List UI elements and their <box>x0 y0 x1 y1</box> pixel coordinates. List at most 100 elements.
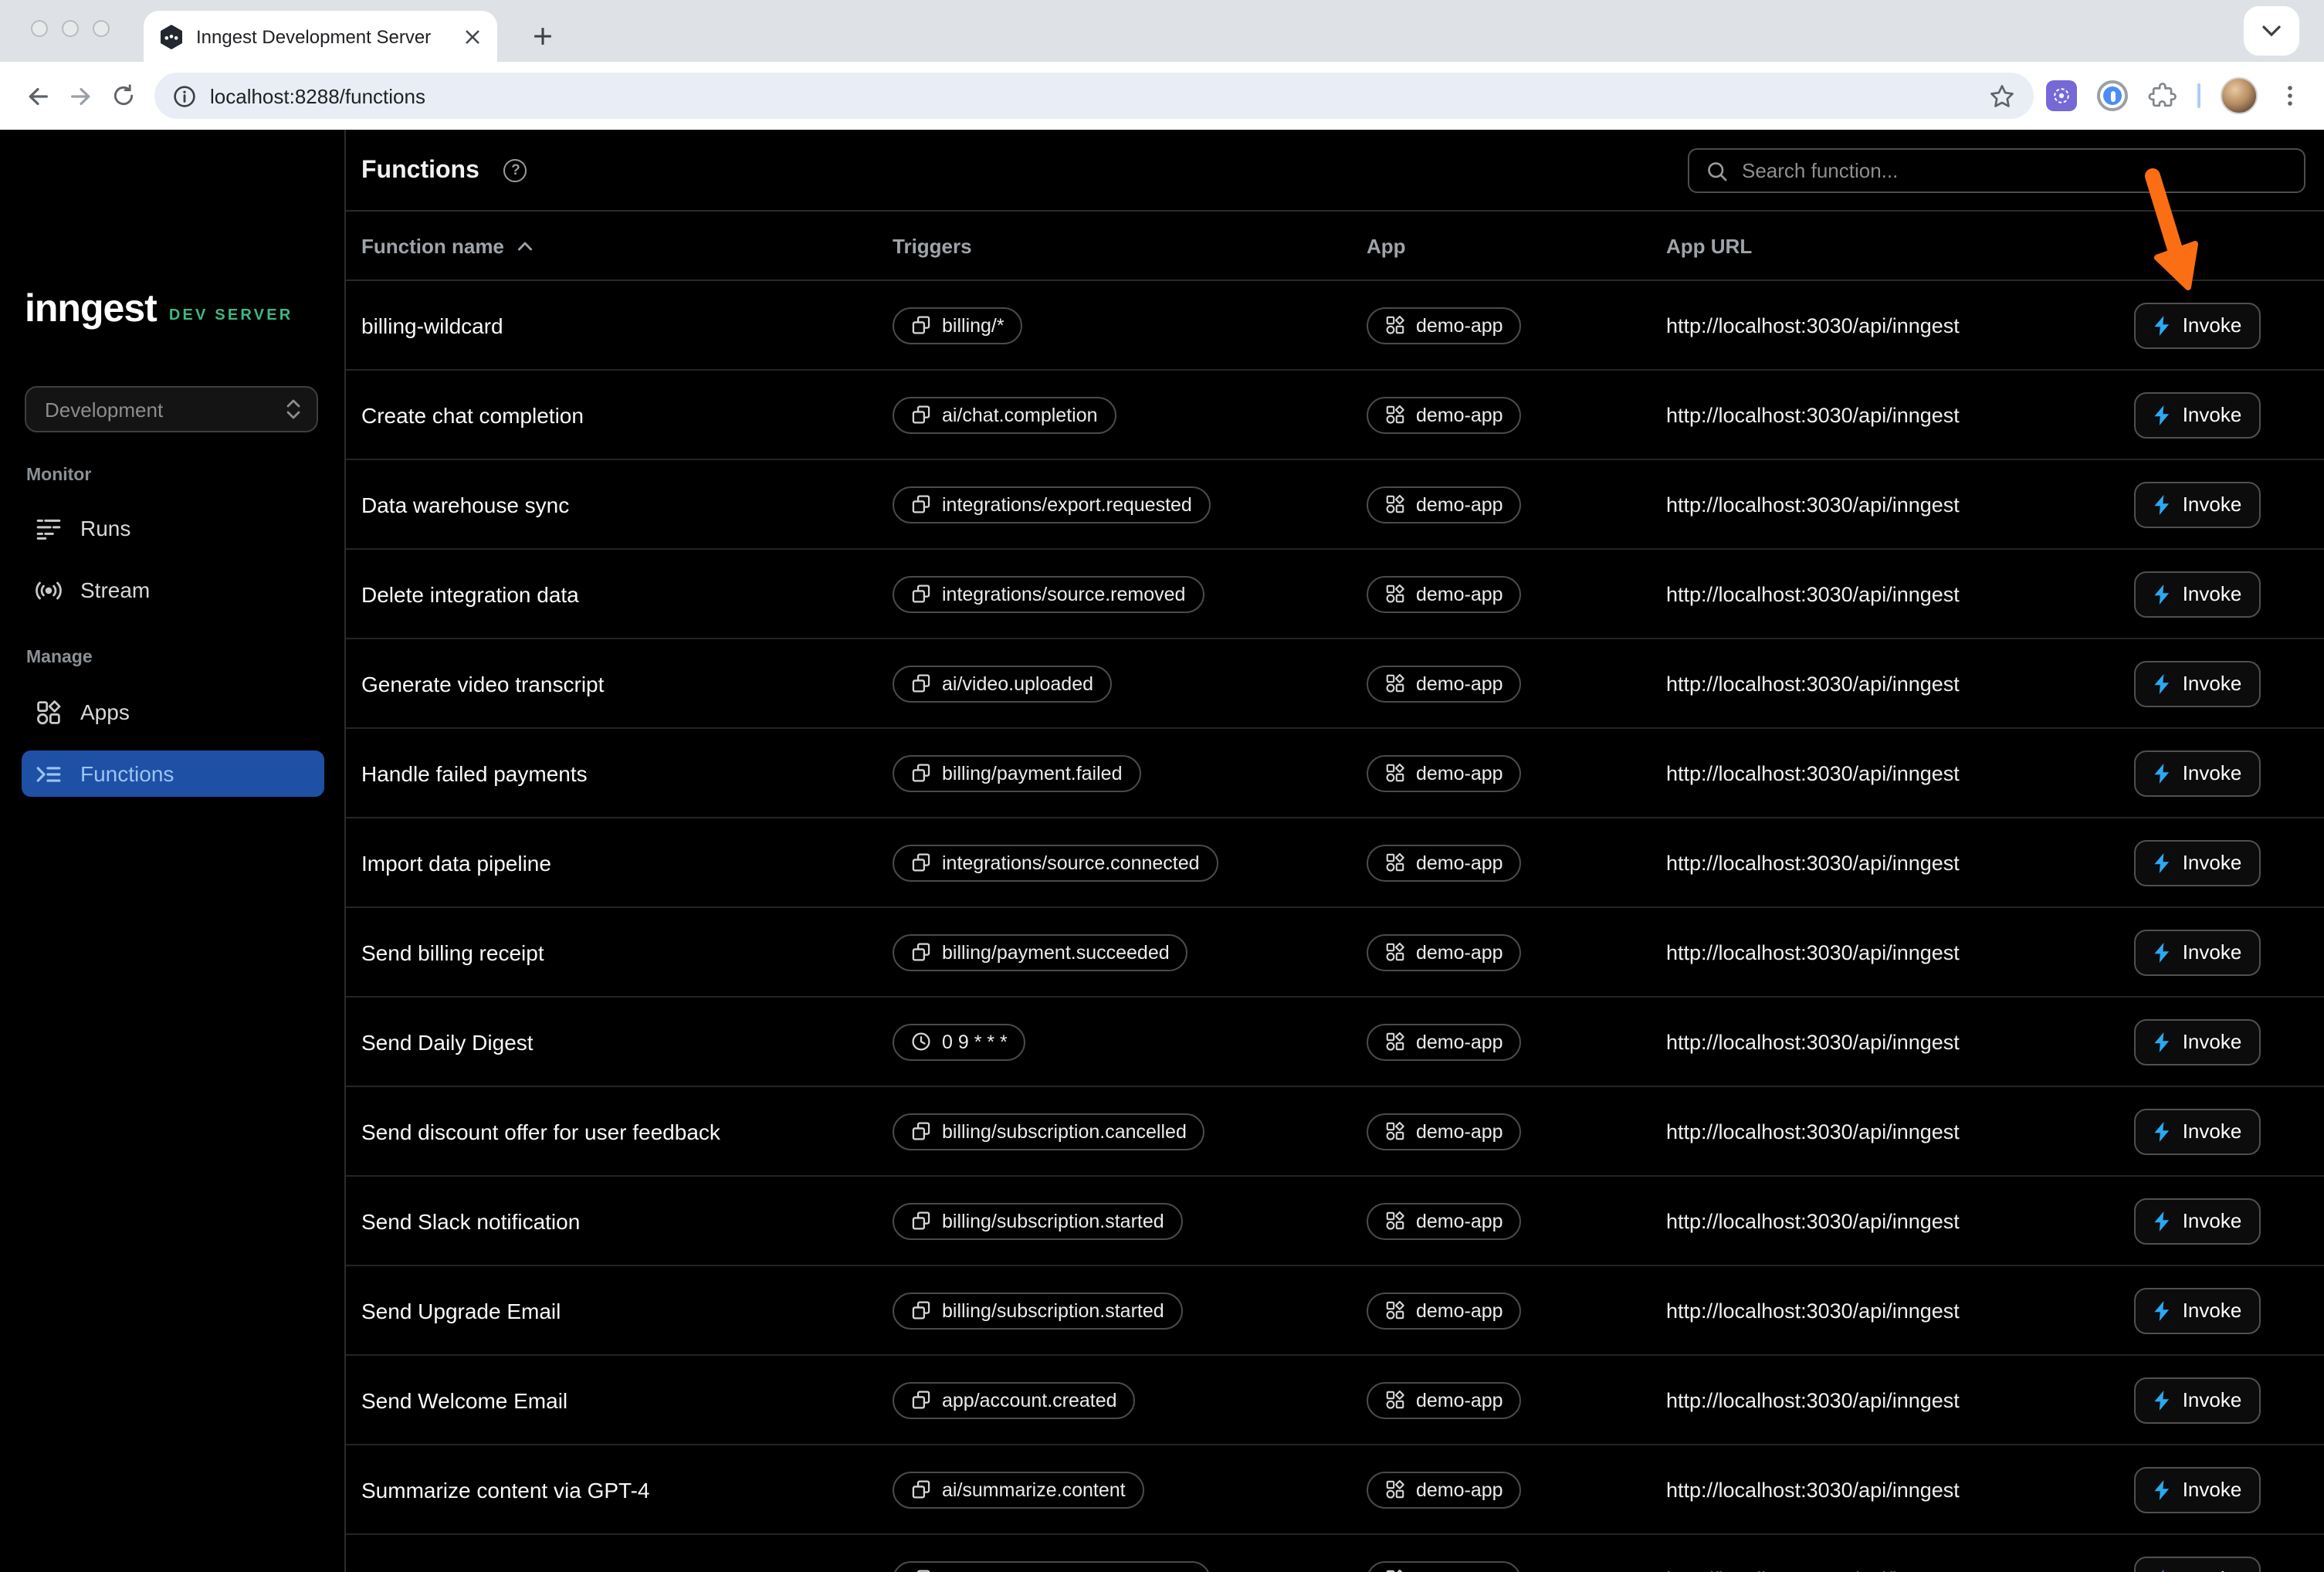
extension-icon[interactable] <box>2046 80 2077 111</box>
app-pill[interactable]: demo-app <box>1367 1471 1522 1508</box>
sort-asc-icon[interactable] <box>518 241 534 252</box>
function-name[interactable]: Send Daily Digest <box>361 1029 534 1054</box>
app-pill[interactable]: demo-app <box>1367 307 1522 344</box>
window-zoom-button[interactable] <box>93 20 110 37</box>
trigger-pill[interactable]: ai/chat.completion <box>893 396 1116 433</box>
search-input[interactable]: Search function... <box>1688 148 2305 193</box>
site-info-icon[interactable] <box>173 84 196 107</box>
function-name[interactable]: Import data pipeline <box>361 850 551 875</box>
app-pill[interactable]: demo-app <box>1367 665 1522 702</box>
trigger-pill[interactable]: billing/payment.succeeded <box>893 933 1188 971</box>
app-pill[interactable]: demo-app <box>1367 575 1522 612</box>
trigger-pill[interactable]: billing/subscription.started <box>893 1202 1183 1239</box>
invoke-button[interactable]: Invoke <box>2134 1018 2261 1065</box>
app-pill[interactable]: demo-app <box>1367 1202 1522 1239</box>
browser-tab[interactable]: Inngest Development Server <box>144 11 497 62</box>
invoke-button[interactable]: Invoke <box>2134 1108 2261 1154</box>
trigger-pill[interactable]: ai/video.uploaded <box>893 665 1112 702</box>
trigger-value: 0 9 * * * <box>942 1031 1008 1052</box>
browser-menu-icon[interactable] <box>2278 83 2302 108</box>
invoke-button[interactable]: Invoke <box>2134 571 2261 617</box>
environment-select[interactable]: Development <box>25 386 318 432</box>
sidebar-item-runs[interactable]: Runs <box>22 503 324 553</box>
function-name[interactable]: Data warehouse sync <box>361 492 569 517</box>
trigger-pill[interactable]: billing/subscription.started <box>893 1292 1183 1329</box>
invoke-button[interactable]: Invoke <box>2134 929 2261 975</box>
invoke-button[interactable]: Invoke <box>2134 481 2261 527</box>
app-pill[interactable]: demo-app <box>1367 1560 1522 1572</box>
function-name[interactable]: Test flow control <box>361 1567 517 1572</box>
function-name[interactable]: billing-wildcard <box>361 313 503 337</box>
trigger-pill[interactable]: integrations/source.connected <box>893 844 1218 881</box>
app-pill[interactable]: demo-app <box>1367 396 1522 433</box>
bookmark-star-icon[interactable] <box>1989 83 2015 109</box>
trigger-pill[interactable]: billing/payment.failed <box>893 754 1141 791</box>
extensions-puzzle-icon[interactable] <box>2148 81 2177 110</box>
app-pill[interactable]: demo-app <box>1367 1381 1522 1418</box>
app-pill[interactable]: demo-app <box>1367 844 1522 881</box>
window-controls[interactable] <box>31 20 110 37</box>
function-name[interactable]: Delete integration data <box>361 581 579 606</box>
app-pill[interactable]: demo-app <box>1367 754 1522 791</box>
tab-search-button[interactable] <box>2244 6 2299 56</box>
forward-button[interactable] <box>59 74 102 117</box>
app-pill[interactable]: demo-app <box>1367 1023 1522 1060</box>
function-name[interactable]: Handle failed payments <box>361 761 588 785</box>
app-pill[interactable]: demo-app <box>1367 486 1522 523</box>
app-pill[interactable]: demo-app <box>1367 1113 1522 1150</box>
table-row: billing-wildcard billing/* <box>346 281 2324 371</box>
function-name[interactable]: Create chat completion <box>361 402 584 427</box>
app-url: http://localhost:3030/api/inngest <box>1666 672 1960 695</box>
trigger-pill[interactable]: ai/summarize.content <box>893 1471 1144 1508</box>
function-name[interactable]: Send Slack notification <box>361 1208 580 1233</box>
invoke-button[interactable]: Invoke <box>2134 1198 2261 1244</box>
invoke-button[interactable]: Invoke <box>2134 1466 2261 1513</box>
function-name[interactable]: Send billing receipt <box>361 940 544 964</box>
column-function-name[interactable]: Function name <box>361 235 504 258</box>
app-shapes-icon <box>1385 405 1405 425</box>
invoke-button[interactable]: Invoke <box>2134 1287 2261 1333</box>
invoke-button[interactable]: Invoke <box>2134 660 2261 706</box>
invoke-button[interactable]: Invoke <box>2134 1556 2261 1572</box>
function-name[interactable]: Send discount offer for user feedback <box>361 1119 720 1143</box>
invoke-button[interactable]: Invoke <box>2134 839 2261 886</box>
function-name[interactable]: Summarize content via GPT-4 <box>361 1477 650 1502</box>
trigger-pill[interactable]: integrations/source.removed <box>893 575 1204 612</box>
page-help-icon[interactable]: ? <box>504 159 527 182</box>
invoke-button[interactable]: Invoke <box>2134 750 2261 796</box>
sidebar-item-apps[interactable]: Apps <box>22 687 324 737</box>
app-url: http://localhost:3030/api/inngest <box>1666 313 1960 337</box>
app-shapes-icon <box>1385 1390 1405 1410</box>
app-value: demo-app <box>1416 673 1503 694</box>
sidebar-item-stream[interactable]: Stream <box>22 565 324 615</box>
onepassword-icon[interactable] <box>2097 80 2128 111</box>
function-name[interactable]: Generate video transcript <box>361 671 604 696</box>
window-minimize-button[interactable] <box>62 20 79 37</box>
trigger-pill[interactable]: integrations/export.requested <box>893 486 1211 523</box>
event-trigger-icon <box>911 673 931 693</box>
trigger-pill[interactable]: app/account.created <box>893 1381 1136 1418</box>
trigger-pill[interactable]: 0 9 * * * <box>893 1023 1026 1060</box>
new-tab-button[interactable] <box>525 19 559 53</box>
profile-avatar[interactable] <box>2221 77 2258 114</box>
function-name[interactable]: Send Upgrade Email <box>361 1298 561 1323</box>
trigger-pill[interactable]: billing/subscription.cancelled <box>893 1113 1205 1150</box>
trigger-pill[interactable]: billing/* <box>893 307 1023 344</box>
invoke-button[interactable]: Invoke <box>2134 391 2261 438</box>
app-pill[interactable]: demo-app <box>1367 1292 1522 1329</box>
trigger-value: billing/subscription.started <box>942 1210 1164 1232</box>
sidebar-item-functions[interactable]: Functions <box>22 750 324 797</box>
function-name[interactable]: Send Welcome Email <box>361 1387 567 1412</box>
back-button[interactable] <box>15 74 59 117</box>
app-url: http://localhost:3030/api/inngest <box>1666 1567 1960 1572</box>
app-url: http://localhost:3030/api/inngest <box>1666 1030 1960 1053</box>
window-close-button[interactable] <box>31 20 48 37</box>
invoke-button[interactable]: Invoke <box>2134 302 2261 348</box>
address-bar[interactable]: localhost:8288/functions <box>154 73 2034 119</box>
url-text[interactable]: localhost:8288/functions <box>210 84 1989 107</box>
reload-button[interactable] <box>102 74 145 117</box>
app-pill[interactable]: demo-app <box>1367 933 1522 971</box>
trigger-pill[interactable]: integrations/export.requested <box>893 1560 1211 1572</box>
tab-close-icon[interactable] <box>460 24 485 49</box>
invoke-button[interactable]: Invoke <box>2134 1377 2261 1423</box>
